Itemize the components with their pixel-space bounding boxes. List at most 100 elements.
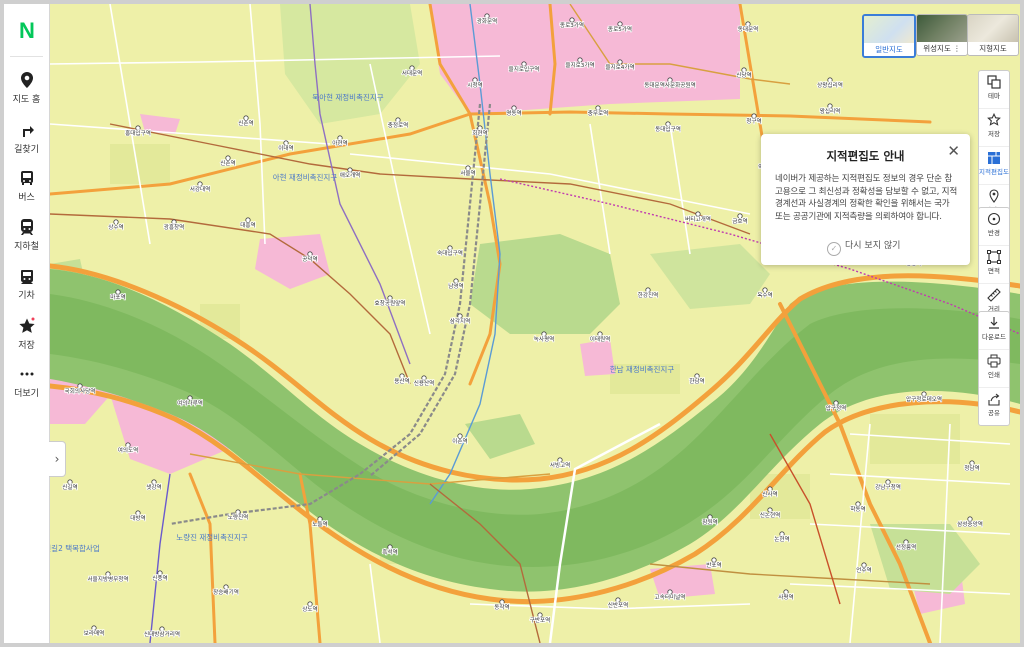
station-label[interactable]: 숙대입구역 (436, 248, 463, 258)
station-label[interactable]: 시청역 (466, 80, 483, 90)
station-label[interactable]: 이촌역 (451, 436, 468, 446)
station-label[interactable]: 신당역 (735, 70, 752, 80)
tool-share[interactable]: 공유 (979, 392, 1009, 425)
tool-theme[interactable]: 테마 (979, 75, 1009, 109)
station-label[interactable]: 논현역 (773, 534, 790, 544)
station-dot[interactable] (197, 181, 203, 187)
station-dot[interactable] (855, 501, 861, 507)
station-dot[interactable] (617, 59, 623, 65)
tool-download[interactable]: 다운로드 (979, 316, 1009, 350)
station-label[interactable]: 종로5가역 (607, 24, 633, 34)
station-label[interactable]: 청구역 (745, 116, 762, 126)
station-label[interactable]: 동작역 (493, 602, 510, 612)
station-label[interactable]: 고속터미널역 (654, 592, 686, 602)
map-type-terrain[interactable]: 지형지도 (967, 14, 1019, 56)
station-dot[interactable] (827, 103, 833, 109)
station-label[interactable]: 서대문역 (401, 68, 423, 78)
station-label[interactable]: 왕십리역 (819, 106, 841, 116)
station-label[interactable]: 흑석역 (381, 547, 398, 557)
station-label[interactable]: 아현역 (331, 138, 348, 148)
station-dot[interactable] (307, 251, 313, 257)
station-label[interactable]: 신길역 (61, 482, 78, 492)
station-dot[interactable] (115, 289, 121, 295)
station-dot[interactable] (223, 584, 229, 590)
station-dot[interactable] (711, 557, 717, 563)
station-label[interactable]: 애오개역 (339, 170, 361, 180)
station-dot[interactable] (645, 287, 651, 293)
tool-area[interactable]: 면적 (979, 250, 1009, 284)
sidebar-item-train[interactable]: 기차 (4, 266, 49, 301)
station-dot[interactable] (157, 570, 163, 576)
station-dot[interactable] (235, 509, 241, 515)
station-dot[interactable] (737, 213, 743, 219)
station-dot[interactable] (767, 486, 773, 492)
popup-close-button[interactable]: ✕ (947, 144, 960, 159)
station-label[interactable]: 신논현역 (759, 510, 781, 520)
station-label[interactable]: 보라매역 (83, 628, 105, 638)
station-label[interactable]: 대흥역 (239, 220, 256, 230)
tool-radius[interactable]: 반경 (979, 212, 1009, 246)
sidebar-collapse-button[interactable]: › (49, 441, 66, 477)
tool-print[interactable]: 인쇄 (979, 354, 1009, 388)
station-label[interactable]: 충정로역 (387, 120, 409, 130)
map-svg[interactable]: 북아현 재정비촉진지구 아현 재정비촉진지구 한남 재정비촉진지구 노량진 재정… (50, 4, 1020, 643)
station-label[interactable]: 언주역 (855, 565, 872, 575)
station-dot[interactable] (317, 516, 323, 522)
station-label[interactable]: 신반포역 (607, 600, 629, 610)
station-label[interactable]: 서빙고역 (549, 460, 571, 470)
station-label[interactable]: 상수역 (107, 222, 124, 232)
dont-show-again-checkbox[interactable]: ✓ 다시 보지 않기 (827, 238, 900, 256)
station-dot[interactable] (484, 13, 490, 19)
station-label[interactable]: 남영역 (447, 281, 464, 291)
station-label[interactable]: 금호역 (731, 216, 748, 226)
sidebar-item-subway[interactable]: 지하철 (4, 217, 49, 252)
station-label[interactable]: 신풍역 (151, 573, 168, 583)
station-label[interactable]: 옥수역 (756, 290, 773, 300)
station-dot[interactable] (113, 219, 119, 225)
station-dot[interactable] (387, 295, 393, 301)
station-dot[interactable] (135, 510, 141, 516)
station-label[interactable]: 샛강역 (145, 482, 162, 492)
station-label[interactable]: 잠원역 (701, 517, 718, 527)
map-type-normal[interactable]: 일반지도 (862, 14, 916, 58)
station-label[interactable]: 동대입구역 (654, 124, 681, 134)
station-label[interactable]: 동대문역사문화공원역 (643, 80, 696, 90)
station-dot[interactable] (694, 373, 700, 379)
station-label[interactable]: 이대역 (277, 143, 294, 153)
station-dot[interactable] (67, 479, 73, 485)
station-dot[interactable] (511, 105, 517, 111)
station-dot[interactable] (387, 544, 393, 550)
station-dot[interactable] (779, 531, 785, 537)
station-label[interactable]: 신용산역 (413, 378, 435, 388)
station-label[interactable]: 사평역 (777, 592, 794, 602)
station-dot[interactable] (457, 313, 463, 319)
station-label[interactable]: 여의나루역 (176, 398, 203, 408)
station-dot[interactable] (667, 77, 673, 83)
station-dot[interactable] (105, 571, 111, 577)
station-dot[interactable] (885, 479, 891, 485)
station-dot[interactable] (707, 514, 713, 520)
station-label[interactable]: 상왕십리역 (816, 80, 843, 90)
station-label[interactable]: 서강대역 (189, 184, 211, 194)
sidebar-item-bus[interactable]: 버스 (4, 168, 49, 203)
station-label[interactable]: 압구정로데오역 (905, 394, 943, 404)
station-dot[interactable] (453, 278, 459, 284)
station-label[interactable]: 상도역 (301, 604, 318, 614)
station-dot[interactable] (783, 589, 789, 595)
station-dot[interactable] (741, 67, 747, 73)
map-canvas[interactable]: 북아현 재정비촉진지구 아현 재정비촉진지구 한남 재정비촉진지구 노량진 재정… (50, 4, 1020, 643)
station-dot[interactable] (921, 391, 927, 397)
station-dot[interactable] (767, 507, 773, 513)
station-label[interactable]: 동대문역 (737, 24, 759, 34)
sidebar-item-map-home[interactable]: 지도 홈 (4, 70, 49, 105)
station-label[interactable]: 서울지방병무청역 (87, 574, 130, 584)
station-dot[interactable] (615, 597, 621, 603)
station-label[interactable]: 구반포역 (529, 615, 551, 625)
station-label[interactable]: 강남구청역 (874, 482, 901, 492)
station-dot[interactable] (171, 219, 177, 225)
station-dot[interactable] (745, 21, 751, 27)
station-dot[interactable] (399, 373, 405, 379)
station-dot[interactable] (833, 400, 839, 406)
station-dot[interactable] (159, 626, 165, 632)
station-dot[interactable] (521, 61, 527, 67)
